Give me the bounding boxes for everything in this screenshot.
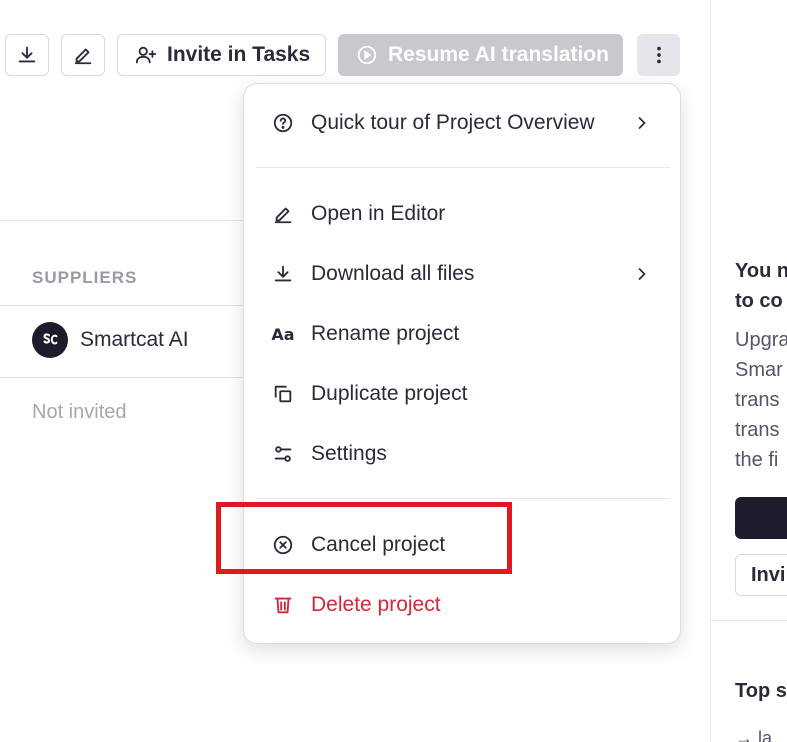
- upgrade-button[interactable]: [735, 497, 787, 539]
- supplier-status: Not invited: [32, 401, 127, 423]
- smartcat-logo-icon: [32, 322, 68, 358]
- top-suppliers-link[interactable]: → la: [735, 728, 772, 742]
- menu-item-label: Open in Editor: [311, 202, 446, 225]
- upgrade-text-line: Upgra: [735, 329, 787, 351]
- chevron-right-icon: [638, 117, 646, 129]
- menu-item-label: Download all files: [311, 262, 475, 285]
- right-panel-divider: [710, 0, 711, 742]
- supplier-name: Smartcat AI: [80, 328, 189, 351]
- upgrade-text-line: the fi: [735, 449, 779, 471]
- text-aa-icon: Aa: [271, 324, 295, 344]
- menu-item-quick-tour[interactable]: Quick tour of Project Overview: [244, 101, 680, 145]
- edit-button[interactable]: [61, 34, 105, 76]
- upgrade-description: Upgra Smar trans trans the fi: [735, 325, 787, 475]
- invite-button[interactable]: Invi: [735, 554, 787, 596]
- menu-item-label: Rename project: [311, 322, 460, 345]
- menu-item-label: Duplicate project: [311, 382, 468, 405]
- sliders-icon: [271, 442, 295, 466]
- cancel-project-highlight: [216, 502, 512, 574]
- pencil-icon: [74, 48, 92, 65]
- suppliers-heading: SUPPLIERS: [32, 268, 138, 287]
- supplier-item[interactable]: Smartcat AI: [32, 322, 189, 358]
- download-icon: [271, 262, 295, 286]
- menu-item-settings[interactable]: Settings: [244, 432, 680, 476]
- kebab-menu-icon: [656, 46, 661, 64]
- download-button[interactable]: [5, 34, 49, 76]
- download-icon: [18, 46, 36, 63]
- upgrade-text-line: trans: [735, 389, 780, 411]
- supplier-row-divider: [0, 377, 245, 378]
- resume-ai-translation-button[interactable]: Resume AI translation: [338, 34, 623, 76]
- add-user-icon: [135, 46, 157, 64]
- upgrade-title: You n to co: [735, 256, 787, 316]
- menu-item-label: Delete project: [311, 593, 441, 616]
- menu-item-label: Settings: [311, 442, 387, 465]
- menu-item-label: Quick tour of Project Overview: [311, 111, 595, 134]
- right-panel-section-divider: [711, 620, 787, 621]
- section-divider: [0, 220, 245, 221]
- top-suppliers-title: Top s: [735, 680, 787, 702]
- menu-item-open-in-editor[interactable]: Open in Editor: [244, 192, 680, 236]
- menu-item-duplicate-project[interactable]: Duplicate project: [244, 372, 680, 416]
- menu-item-rename-project[interactable]: Aa Rename project: [244, 312, 680, 356]
- resume-ai-translation-label: Resume AI translation: [388, 43, 609, 66]
- upgrade-text-line: Smar: [735, 359, 783, 381]
- menu-item-download-all-files[interactable]: Download all files: [244, 252, 680, 296]
- question-circle-icon: [271, 111, 295, 135]
- menu-divider: [256, 167, 670, 168]
- trash-icon: [271, 593, 295, 617]
- menu-divider: [256, 498, 670, 499]
- upgrade-title-line: to co: [735, 290, 783, 312]
- invite-in-tasks-button[interactable]: Invite in Tasks: [117, 34, 326, 76]
- play-circle-icon: [357, 45, 377, 65]
- pencil-icon: [271, 202, 295, 226]
- more-actions-button[interactable]: [637, 34, 680, 76]
- upgrade-title-line: You n: [735, 260, 787, 282]
- invite-in-tasks-label: Invite in Tasks: [167, 43, 311, 66]
- duplicate-icon: [271, 382, 295, 406]
- suppliers-divider: [0, 305, 245, 306]
- upgrade-text-line: trans: [735, 419, 780, 441]
- chevron-right-icon: [638, 268, 646, 280]
- menu-item-delete-project[interactable]: Delete project: [244, 583, 680, 627]
